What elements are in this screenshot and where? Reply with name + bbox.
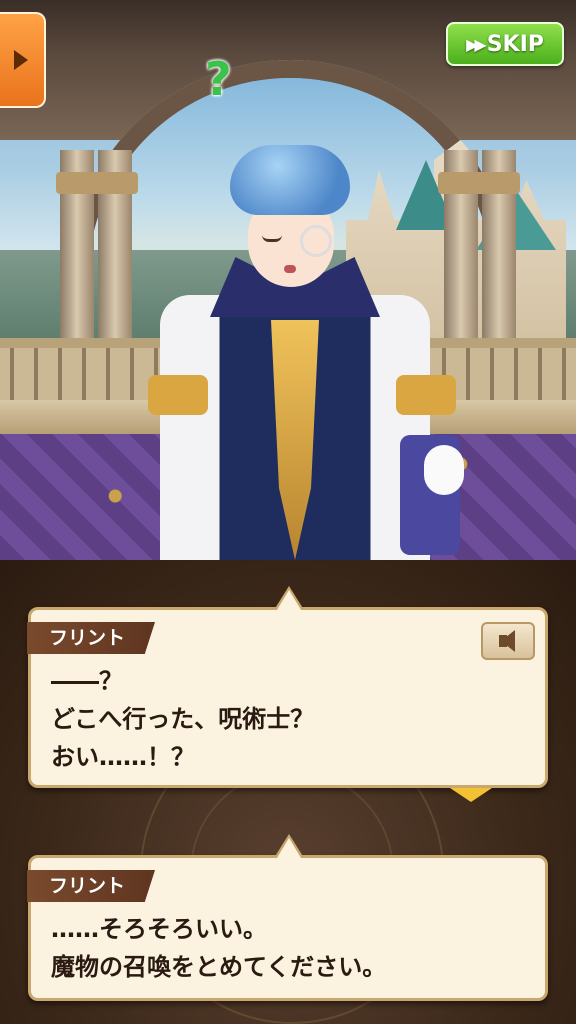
fast-forward-icon: ▶▶ xyxy=(466,34,487,54)
story-scene: ? xyxy=(0,0,576,560)
triangle-right-icon xyxy=(14,50,28,70)
menu-button[interactable] xyxy=(0,12,46,108)
pillar-capital xyxy=(438,172,520,194)
character-glove xyxy=(424,445,464,495)
pillar-capital xyxy=(56,172,138,194)
dialog-tail xyxy=(277,838,301,858)
monocle-icon xyxy=(300,225,332,257)
dialog-box[interactable]: フリント ――？ どこへ行った、呪術士？ おい……！？ xyxy=(27,586,548,788)
speaker-name-tag: フリント xyxy=(27,870,156,902)
dialog-text: ……そろそろいい。 魔物の召喚をとめてください。 xyxy=(51,915,387,981)
skip-button[interactable]: ▶▶ SKIP xyxy=(446,22,564,66)
question-emote: ? xyxy=(205,52,232,106)
character-mouth xyxy=(284,265,296,273)
character-shoulder-guard xyxy=(148,375,208,415)
character-hair xyxy=(230,145,350,215)
character-shoulder-guard xyxy=(396,375,456,415)
speaker-name-tag: フリント xyxy=(27,622,156,654)
skip-label: SKIP xyxy=(486,31,544,57)
character-flint xyxy=(148,145,464,560)
dialog-box[interactable]: フリント ……そろそろいい。 魔物の召喚をとめてください。 xyxy=(27,834,548,1001)
dialog-tail xyxy=(277,590,301,610)
next-indicator-icon xyxy=(450,788,492,802)
speaker-icon xyxy=(499,630,515,652)
voice-replay-button[interactable] xyxy=(481,622,535,660)
dialog-text: ――？ どこへ行った、呪術士？ おい……！？ xyxy=(51,667,315,771)
